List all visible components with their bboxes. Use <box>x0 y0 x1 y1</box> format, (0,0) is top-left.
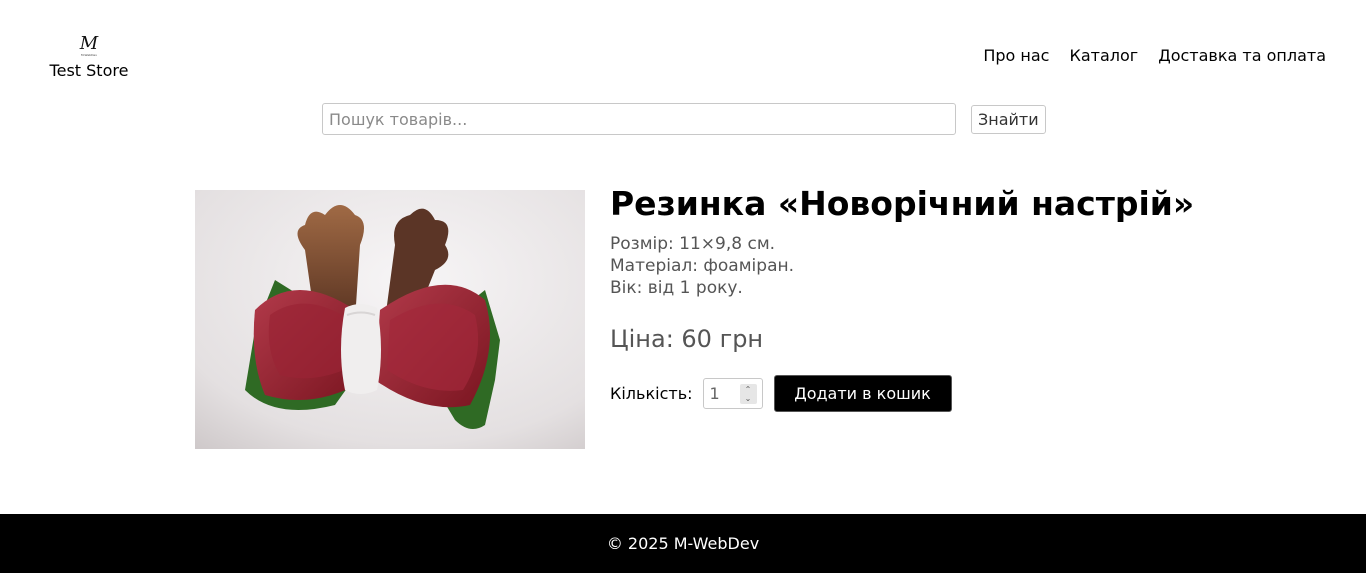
main-nav: Про нас Каталог Доставка та оплата <box>983 46 1326 66</box>
product-size: Розмір: 11×9,8 см. <box>610 234 776 254</box>
add-to-cart-button[interactable]: Додати в кошик <box>773 375 952 412</box>
chevron-down-icon[interactable]: ⌄ <box>745 394 752 403</box>
product-age: Вік: від 1 року. <box>610 278 743 298</box>
logo-monogram-icon: M M-WebDev <box>79 33 99 57</box>
product-price: Ціна: 60 грн <box>610 325 764 353</box>
product-details: Розмір: 11×9,8 см. Матеріал: фоаміран. В… <box>610 233 1194 299</box>
chevron-up-icon[interactable]: ⌃ <box>745 385 752 394</box>
nav-link-about[interactable]: Про нас <box>983 46 1049 66</box>
quantity-stepper[interactable]: 1 ⌃ ⌄ <box>702 378 763 409</box>
site-footer: © 2025 M-WebDev <box>0 514 1366 573</box>
search-button[interactable]: Знайти <box>971 104 1046 134</box>
search-bar: Знайти <box>322 103 1046 135</box>
product-info: Резинка «Новорічний настрій» Розмір: 11×… <box>610 183 1194 354</box>
site-header: M M-WebDev Test Store Про нас Каталог До… <box>0 0 1366 100</box>
spinner-icon[interactable]: ⌃ ⌄ <box>739 384 757 404</box>
quantity-value: 1 <box>709 384 720 403</box>
nav-link-catalog[interactable]: Каталог <box>1069 46 1138 66</box>
store-name: Test Store <box>49 61 129 80</box>
quantity-label: Кількість: <box>610 384 693 403</box>
add-to-cart-form: Кількість: 1 ⌃ ⌄ Додати в кошик <box>610 375 952 412</box>
logo[interactable]: M M-WebDev Test Store <box>40 32 138 81</box>
bow-hair-tie-photo <box>195 190 585 449</box>
product-title: Резинка «Новорічний настрій» <box>610 184 1195 223</box>
search-input[interactable] <box>322 103 956 135</box>
product-image <box>195 190 585 449</box>
svg-text:M-WebDev: M-WebDev <box>81 53 97 57</box>
copyright: © 2025 M-WebDev <box>606 534 760 553</box>
product-material: Матеріал: фоаміран. <box>610 256 795 276</box>
nav-link-delivery[interactable]: Доставка та оплата <box>1158 46 1326 66</box>
svg-text:M: M <box>79 33 99 54</box>
